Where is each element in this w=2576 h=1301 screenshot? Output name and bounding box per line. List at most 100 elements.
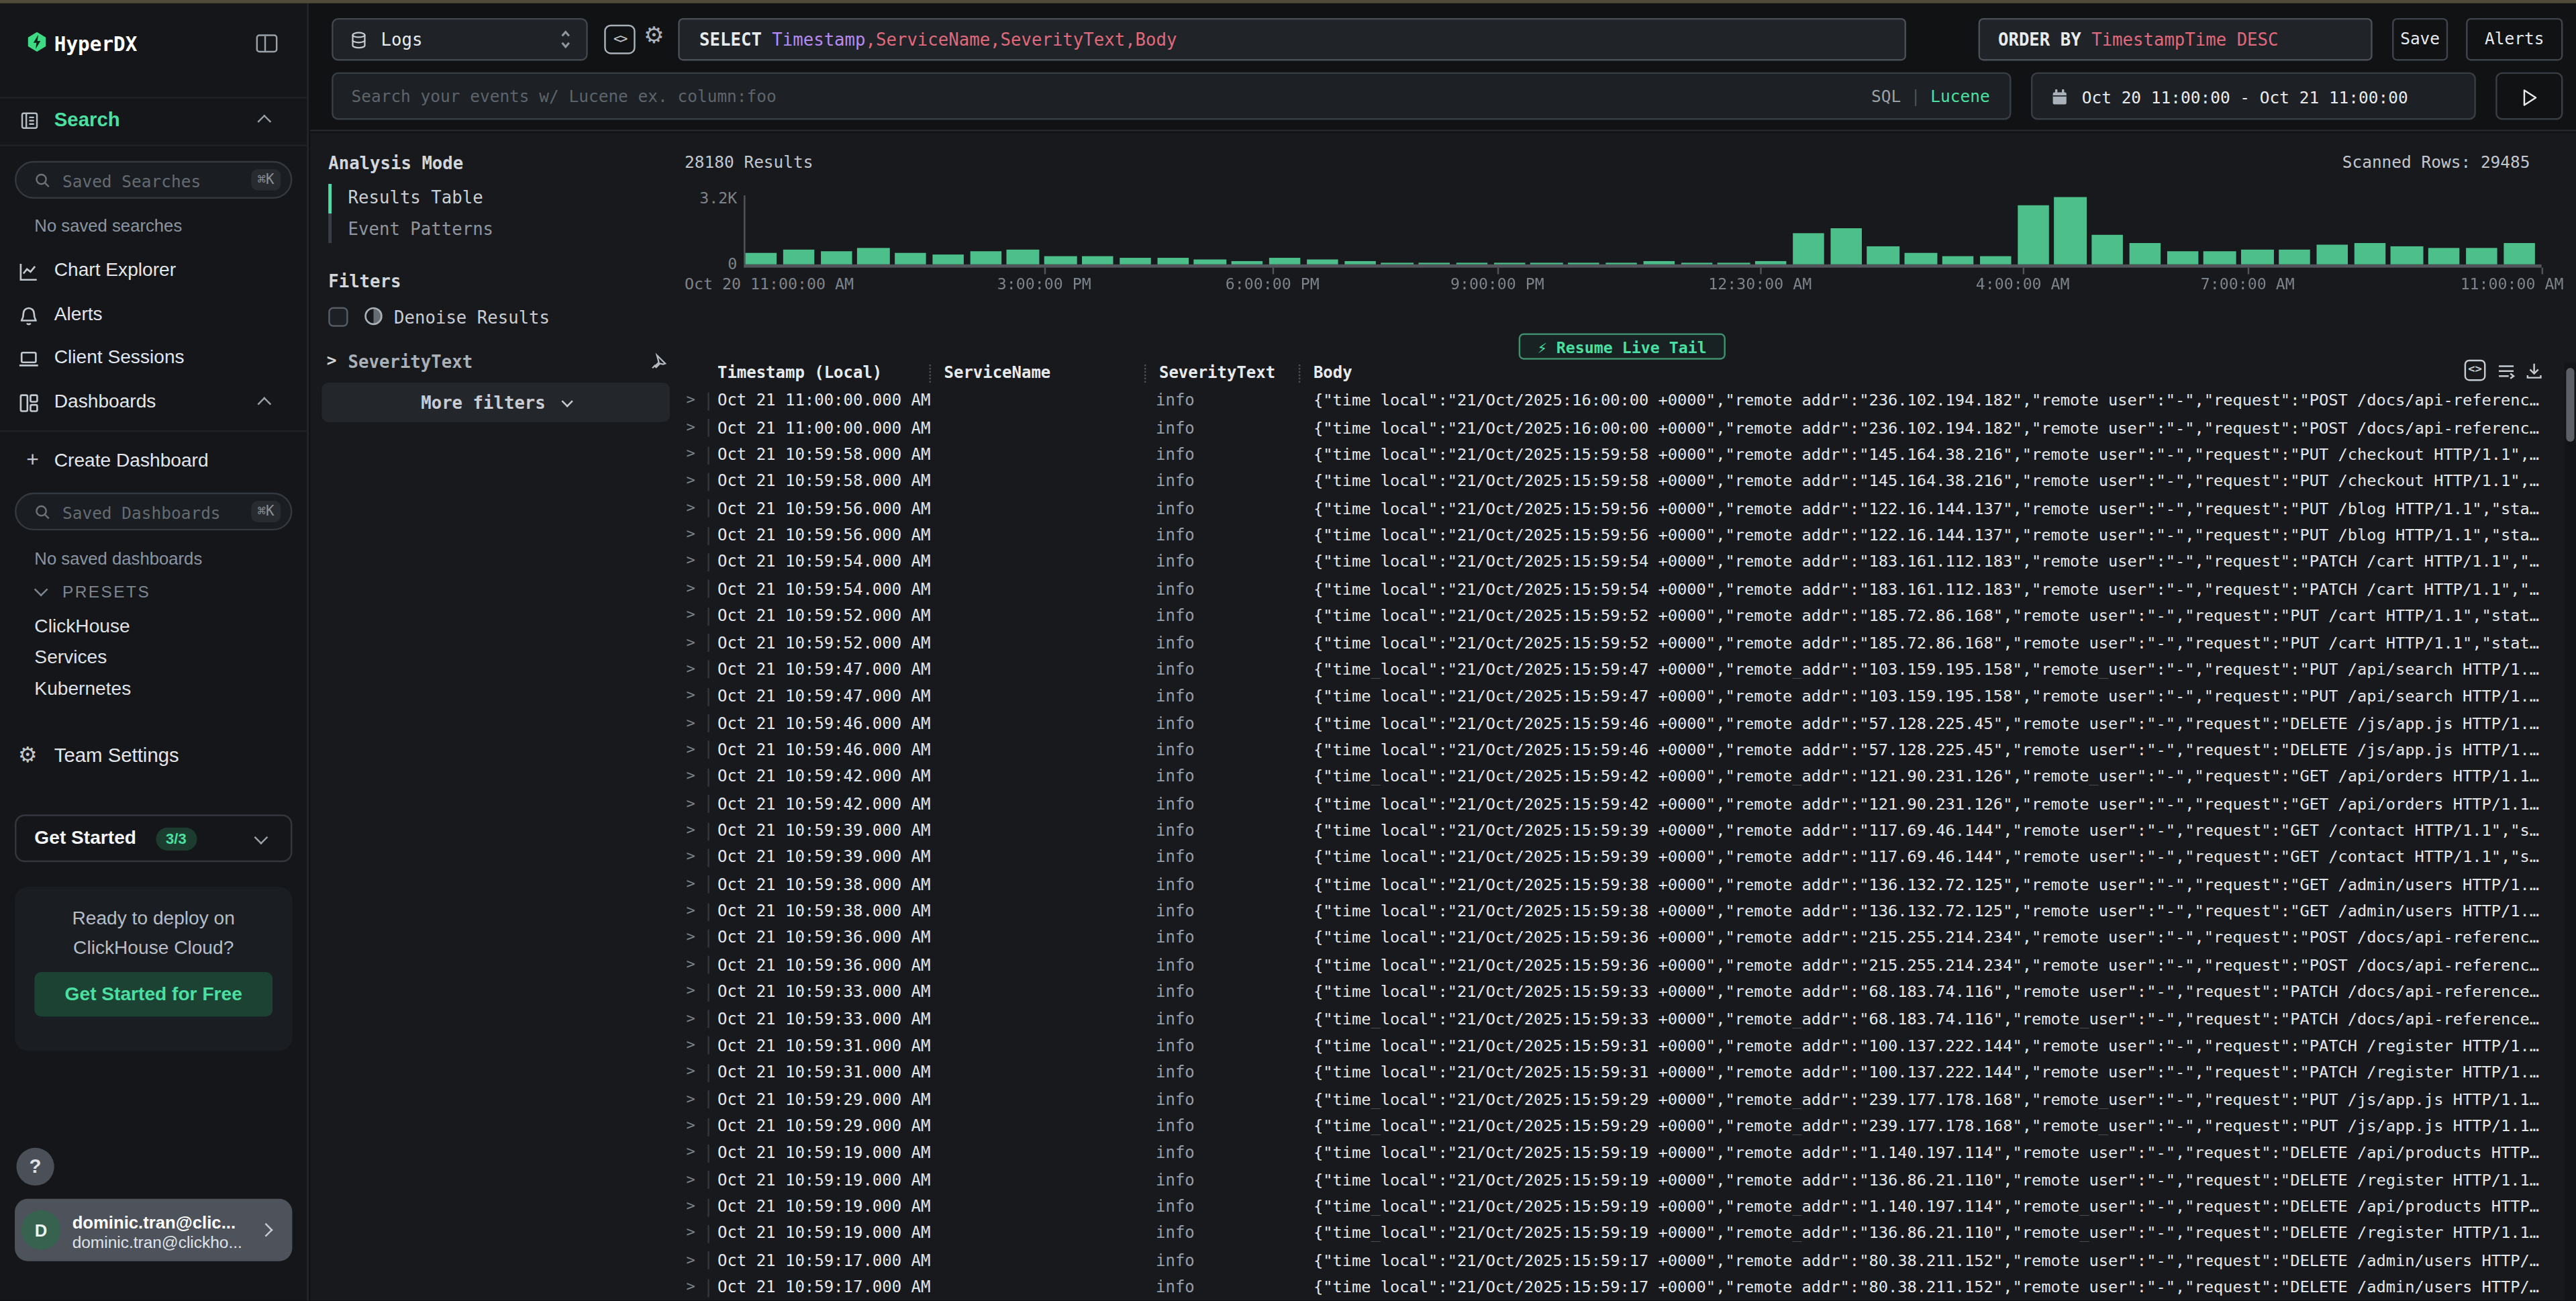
expand-row-icon[interactable]: >	[686, 1036, 695, 1052]
saved-searches-input[interactable]: Saved Searches ⌘K	[15, 161, 292, 199]
get-started-dropdown[interactable]: Get Started 3/3	[15, 814, 292, 862]
col-servicename[interactable]: ServiceName	[944, 363, 1051, 381]
severity-filter-group[interactable]: SeverityText	[348, 351, 473, 371]
expand-row-icon[interactable]: >	[686, 982, 695, 998]
column-resize-handle[interactable]	[1299, 365, 1300, 383]
table-row[interactable]: >Oct 21 10:59:58.000 AMinfo{"time_local"…	[671, 469, 2574, 495]
user-menu[interactable]: D dominic.tran@clic... dominic.tran@clic…	[15, 1199, 292, 1261]
source-select[interactable]: Logs	[332, 18, 588, 61]
expand-row-icon[interactable]: >	[686, 1009, 695, 1025]
table-row[interactable]: >Oct 21 10:59:56.000 AMinfo{"time_local"…	[671, 495, 2574, 522]
chevron-up-icon[interactable]	[257, 115, 271, 129]
table-row[interactable]: >Oct 21 10:59:46.000 AMinfo{"time_local"…	[671, 737, 2574, 764]
scrollbar-track[interactable]	[2565, 363, 2576, 1301]
expand-row-icon[interactable]: >	[686, 687, 695, 703]
expand-row-icon[interactable]: >	[686, 902, 695, 918]
table-row[interactable]: >Oct 21 10:59:33.000 AMinfo{"time_local"…	[671, 1006, 2574, 1032]
sidebar-item-chart-explorer[interactable]: Chart Explorer	[54, 259, 176, 279]
denoise-checkbox[interactable]	[328, 307, 348, 326]
expand-row-icon[interactable]: >	[686, 1090, 695, 1106]
scrollbar-thumb[interactable]	[2565, 368, 2574, 442]
expand-row-icon[interactable]: >	[686, 1251, 695, 1267]
download-icon[interactable]	[2524, 361, 2545, 381]
expand-row-icon[interactable]: >	[686, 1143, 695, 1159]
expand-row-icon[interactable]: >	[686, 928, 695, 945]
expand-row-icon[interactable]: >	[686, 526, 695, 542]
table-row[interactable]: >Oct 21 11:00:00.000 AMinfo{"time_local"…	[671, 388, 2574, 415]
table-row[interactable]: >Oct 21 10:59:54.000 AMinfo{"time_local"…	[671, 549, 2574, 576]
table-row[interactable]: >Oct 21 10:59:38.000 AMinfo{"time_local"…	[671, 871, 2574, 898]
expand-row-icon[interactable]: >	[686, 1170, 695, 1186]
resume-live-tail-button[interactable]: ⚡ Resume Live Tail	[1519, 332, 1726, 358]
sidebar-item-search[interactable]: Search	[54, 108, 120, 131]
expand-row-icon[interactable]: >	[686, 579, 695, 595]
expand-row-icon[interactable]: >	[686, 1116, 695, 1133]
expand-row-icon[interactable]: >	[686, 391, 695, 407]
expand-row-icon[interactable]: >	[686, 875, 695, 891]
lucene-toggle[interactable]: Lucene	[1930, 87, 1989, 105]
table-row[interactable]: >Oct 21 10:59:17.000 AMinfo{"time_local"…	[671, 1248, 2574, 1275]
table-row[interactable]: >Oct 21 10:59:38.000 AMinfo{"time_local"…	[671, 898, 2574, 925]
expand-row-icon[interactable]: >	[686, 499, 695, 515]
table-row[interactable]: >Oct 21 10:59:36.000 AMinfo{"time_local"…	[671, 952, 2574, 979]
more-filters-button[interactable]: More filters	[321, 383, 670, 422]
table-row[interactable]: >Oct 21 10:59:39.000 AMinfo{"time_local"…	[671, 845, 2574, 871]
table-row[interactable]: >Oct 21 10:59:29.000 AMinfo{"time_local"…	[671, 1086, 2574, 1113]
sidebar-item-team-settings[interactable]: Team Settings	[54, 744, 179, 767]
lucene-search-input[interactable]: Search your events w/ Lucene ex. column:…	[332, 73, 2011, 120]
chevron-up-icon[interactable]	[257, 397, 271, 411]
table-row[interactable]: >Oct 21 10:59:42.000 AMinfo{"time_local"…	[671, 764, 2574, 791]
table-row[interactable]: >Oct 21 10:59:19.000 AMinfo{"time_local"…	[671, 1194, 2574, 1221]
mode-results-table[interactable]: Results Table	[348, 187, 483, 207]
code-view-button[interactable]: <>	[604, 25, 635, 54]
expand-row-icon[interactable]: >	[686, 767, 695, 783]
table-row[interactable]: >Oct 21 10:59:31.000 AMinfo{"time_local"…	[671, 1032, 2574, 1059]
run-query-button[interactable]	[2495, 73, 2563, 120]
expand-row-icon[interactable]: >	[686, 1197, 695, 1213]
table-row[interactable]: >Oct 21 10:59:58.000 AMinfo{"time_local"…	[671, 442, 2574, 469]
column-resize-handle[interactable]	[930, 365, 931, 383]
create-dashboard-button[interactable]: Create Dashboard	[54, 450, 209, 469]
select-query-input[interactable]: SELECT Timestamp,ServiceName,SeverityTex…	[678, 18, 1906, 61]
expand-row-icon[interactable]: >	[686, 606, 695, 622]
table-row[interactable]: >Oct 21 10:59:33.000 AMinfo{"time_local"…	[671, 979, 2574, 1006]
mode-event-patterns[interactable]: Event Patterns	[348, 218, 494, 238]
table-row[interactable]: >Oct 21 10:59:39.000 AMinfo{"time_local"…	[671, 818, 2574, 845]
table-row[interactable]: >Oct 21 10:59:19.000 AMinfo{"time_local"…	[671, 1167, 2574, 1194]
table-row[interactable]: >Oct 21 10:59:29.000 AMinfo{"time_local"…	[671, 1113, 2574, 1140]
col-timestamp[interactable]: Timestamp (Local)	[717, 363, 882, 381]
saved-dashboards-input[interactable]: Saved Dashboards ⌘K	[15, 493, 292, 530]
sidebar-item-alerts[interactable]: Alerts	[54, 304, 103, 324]
code-columns-button[interactable]: <>	[2465, 360, 2486, 381]
table-row[interactable]: >Oct 21 10:59:17.000 AMinfo{"time_local"…	[671, 1275, 2574, 1301]
table-row[interactable]: >Oct 21 10:59:52.000 AMinfo{"time_local"…	[671, 603, 2574, 630]
table-row[interactable]: >Oct 21 10:59:19.000 AMinfo{"time_local"…	[671, 1141, 2574, 1167]
query-settings-gear-icon[interactable]: ⚙	[644, 21, 664, 48]
expand-row-icon[interactable]: >	[686, 633, 695, 649]
expand-row-icon[interactable]: >	[686, 955, 695, 971]
chevron-down-icon[interactable]	[34, 583, 48, 597]
expand-row-icon[interactable]: >	[686, 552, 695, 569]
expand-row-icon[interactable]: >	[686, 1224, 695, 1240]
expand-row-icon[interactable]: >	[686, 472, 695, 488]
presets-section-label[interactable]: PRESETS	[62, 583, 150, 601]
sidebar-item-dashboards[interactable]: Dashboards	[54, 391, 156, 410]
expand-row-icon[interactable]: >	[686, 794, 695, 810]
collapse-sidebar-icon[interactable]	[256, 34, 278, 52]
table-row[interactable]: >Oct 21 10:59:36.000 AMinfo{"time_local"…	[671, 925, 2574, 952]
chevron-right-icon[interactable]: >	[327, 351, 337, 369]
table-row[interactable]: >Oct 21 10:59:52.000 AMinfo{"time_local"…	[671, 630, 2574, 657]
table-row[interactable]: >Oct 21 10:59:47.000 AMinfo{"time_local"…	[671, 657, 2574, 683]
col-body[interactable]: Body	[1314, 363, 1352, 381]
table-row[interactable]: >Oct 21 10:59:42.000 AMinfo{"time_local"…	[671, 791, 2574, 818]
sidebar-item-client-sessions[interactable]: Client Sessions	[54, 346, 185, 366]
table-row[interactable]: >Oct 21 11:00:00.000 AMinfo{"time_local"…	[671, 415, 2574, 442]
expand-row-icon[interactable]: >	[686, 418, 695, 434]
expand-row-icon[interactable]: >	[686, 660, 695, 676]
table-row[interactable]: >Oct 21 10:59:47.000 AMinfo{"time_local"…	[671, 683, 2574, 710]
sql-toggle[interactable]: SQL	[1871, 87, 1901, 105]
table-row[interactable]: >Oct 21 10:59:56.000 AMinfo{"time_local"…	[671, 522, 2574, 549]
expand-row-icon[interactable]: >	[686, 740, 695, 757]
preset-clickhouse[interactable]: ClickHouse	[34, 616, 130, 635]
preset-kubernetes[interactable]: Kubernetes	[34, 678, 131, 697]
